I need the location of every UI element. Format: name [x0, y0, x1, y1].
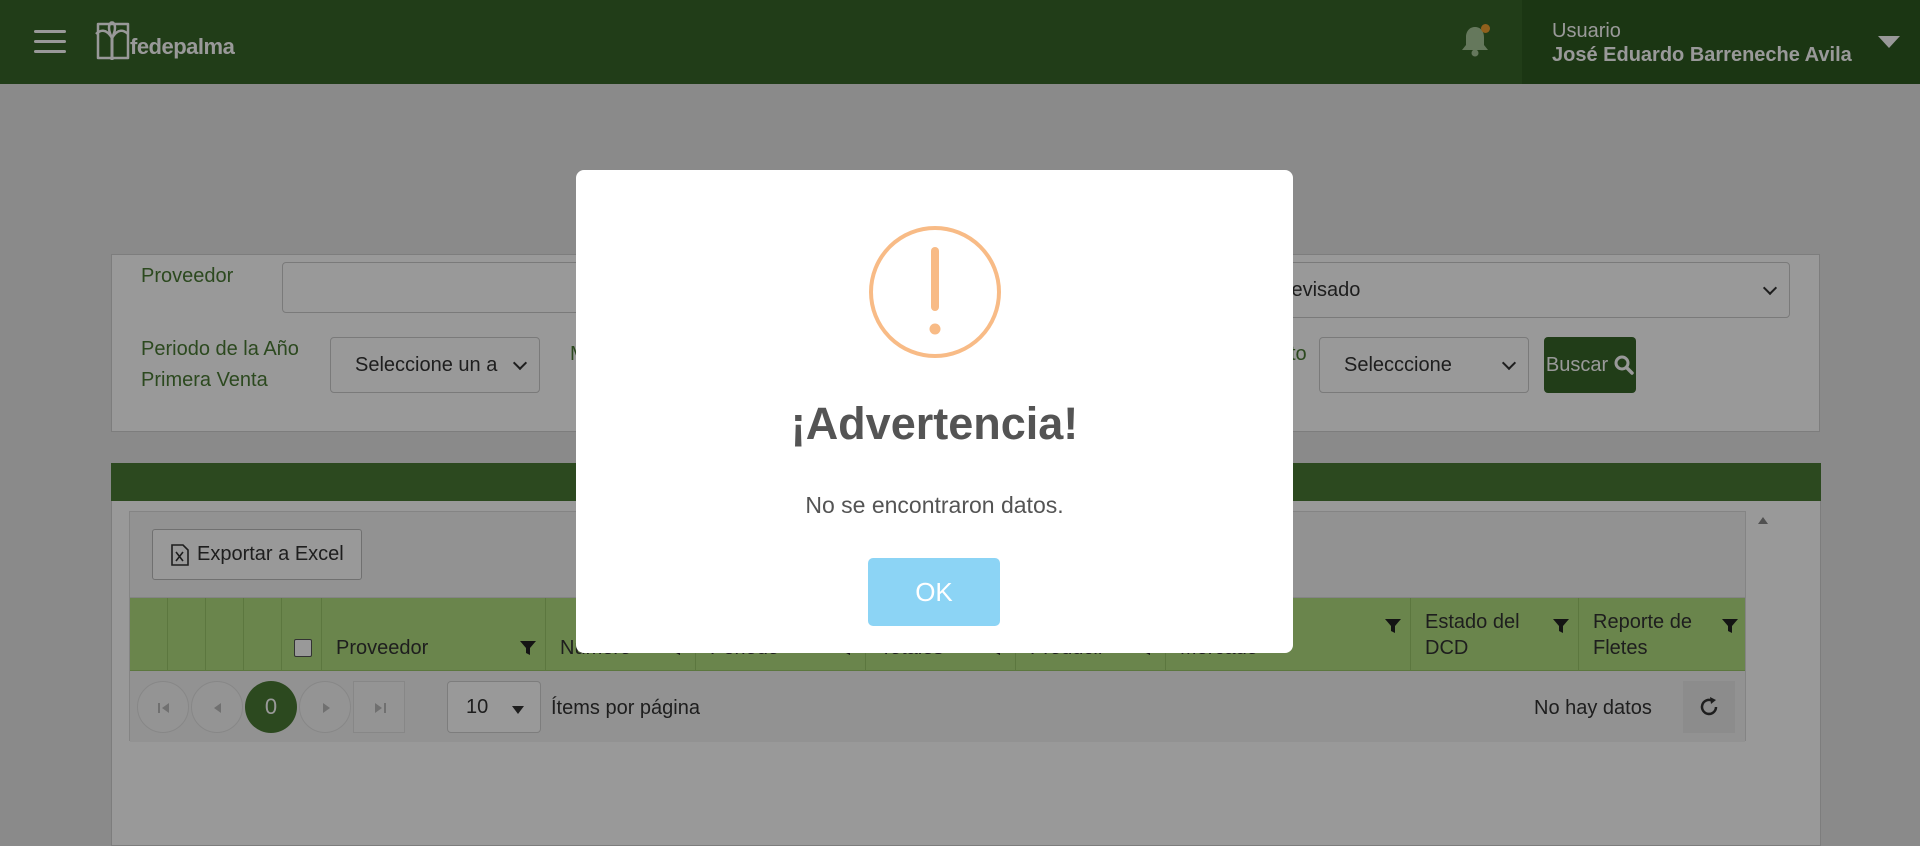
warning-dialog: ¡Advertencia! No se encontraron datos. O…	[576, 170, 1293, 653]
warning-icon	[869, 226, 1001, 358]
ok-button[interactable]: OK	[868, 558, 1000, 626]
dialog-message: No se encontraron datos.	[805, 492, 1064, 518]
dialog-title: ¡Advertencia!	[790, 398, 1079, 449]
